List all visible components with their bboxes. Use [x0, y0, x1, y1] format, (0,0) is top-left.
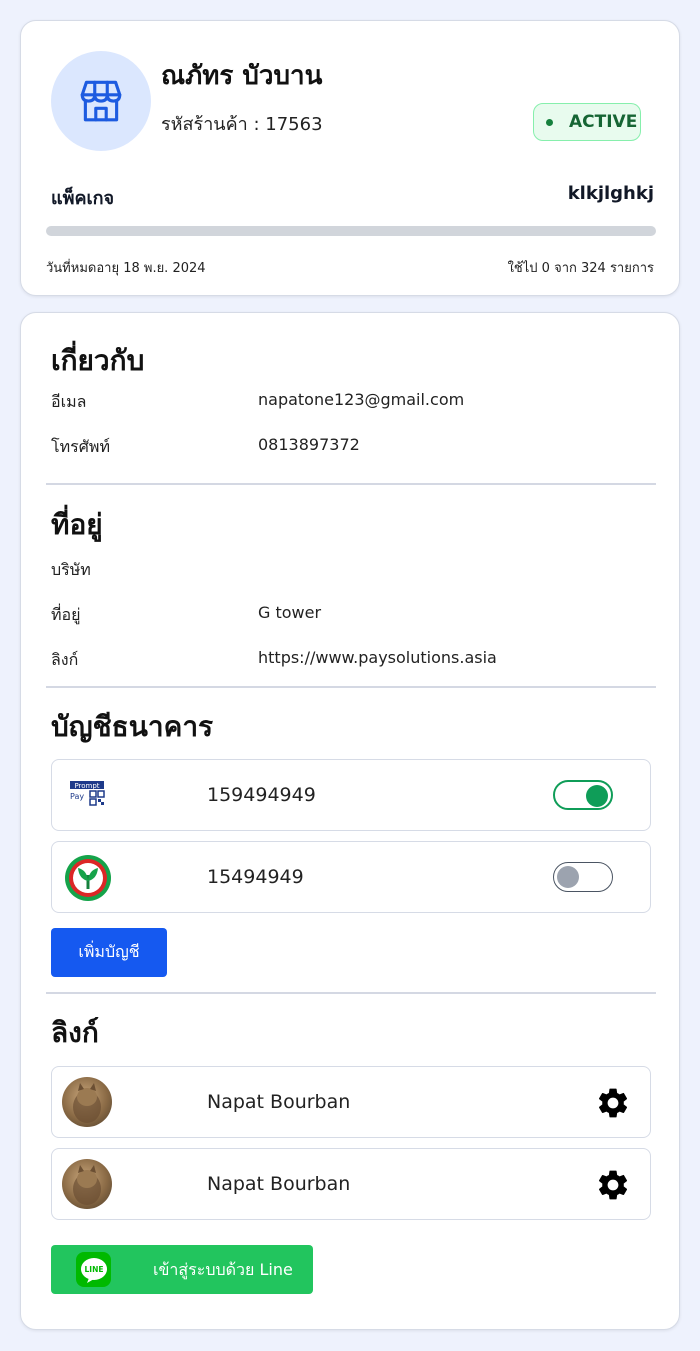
bank-account-toggle[interactable] [553, 780, 613, 810]
address-value: G tower [258, 603, 322, 622]
company-label: บริษัท [51, 560, 91, 579]
usage-progress-bar [46, 226, 656, 236]
bank-account-toggle[interactable] [553, 862, 613, 892]
linked-user-name: Napat Bourban [207, 1173, 351, 1195]
toggle-knob [586, 785, 608, 807]
kasikorn-bank-logo-icon [62, 852, 114, 904]
profile-card: ณภัทร บัวบาน รหัสร้านค้า : 17563 ACTIVE … [20, 20, 680, 296]
add-account-button[interactable]: เพิ่มบัญชี [51, 928, 167, 977]
linked-user-row: Napat Bourban [51, 1066, 651, 1138]
status-dot-icon [546, 118, 553, 126]
usage-count: ใช้ไป 0 จาก 324 รายการ [507, 261, 654, 276]
user-avatar [62, 1077, 112, 1127]
phone-label: โทรศัพท์ [51, 437, 110, 456]
status-badge: ACTIVE [533, 103, 641, 141]
promptpay-logo-icon: Prompt Pay [62, 770, 114, 822]
link-value[interactable]: https://www.paysolutions.asia [258, 648, 497, 667]
details-card: เกี่ยวกับ อีเมล napatone123@gmail.com โท… [20, 312, 680, 1330]
line-login-label: เข้าสู่ระบบด้วย Line [153, 1260, 293, 1279]
promptpay-logo-text-top: Prompt [74, 782, 99, 790]
user-avatar [62, 1159, 112, 1209]
promptpay-logo-text-bottom: Pay [70, 792, 84, 801]
links-title: ลิงก์ [51, 1016, 99, 1049]
line-login-button[interactable]: LINE เข้าสู่ระบบด้วย Line [51, 1245, 313, 1294]
line-logo-icon: LINE [76, 1252, 111, 1287]
bank-account-number: 159494949 [207, 784, 316, 806]
about-title: เกี่ยวกับ [51, 344, 145, 377]
email-value: napatone123@gmail.com [258, 390, 465, 409]
line-logo-text: LINE [84, 1265, 103, 1274]
package-value: klkjlghkj [567, 183, 654, 204]
email-label: อีเมล [51, 392, 87, 411]
link-label: ลิงก์ [51, 650, 79, 669]
bank-account-row: Prompt Pay 159494949 [51, 759, 651, 831]
address-title: ที่อยู่ [51, 508, 103, 541]
shop-avatar [51, 51, 151, 151]
store-icon [80, 80, 122, 122]
expiry-date: วันที่หมดอายุ 18 พ.ย. 2024 [46, 261, 206, 276]
gear-icon[interactable] [595, 1167, 631, 1203]
bank-title: บัญชีธนาคาร [51, 710, 214, 743]
shop-name: ณภัทร บัวบาน [161, 61, 323, 91]
linked-user-name: Napat Bourban [207, 1091, 351, 1113]
section-divider [46, 992, 656, 994]
shop-id: รหัสร้านค้า : 17563 [161, 114, 323, 135]
package-label: แพ็คเกจ [51, 188, 115, 209]
toggle-knob [557, 866, 579, 888]
bank-account-row: 15494949 [51, 841, 651, 913]
status-label: ACTIVE [569, 112, 638, 132]
address-label: ที่อยู่ [51, 605, 81, 624]
section-divider [46, 483, 656, 485]
linked-user-row: Napat Bourban [51, 1148, 651, 1220]
section-divider [46, 686, 656, 688]
phone-value: 0813897372 [258, 435, 360, 454]
gear-icon[interactable] [595, 1085, 631, 1121]
bank-account-number: 15494949 [207, 866, 304, 888]
